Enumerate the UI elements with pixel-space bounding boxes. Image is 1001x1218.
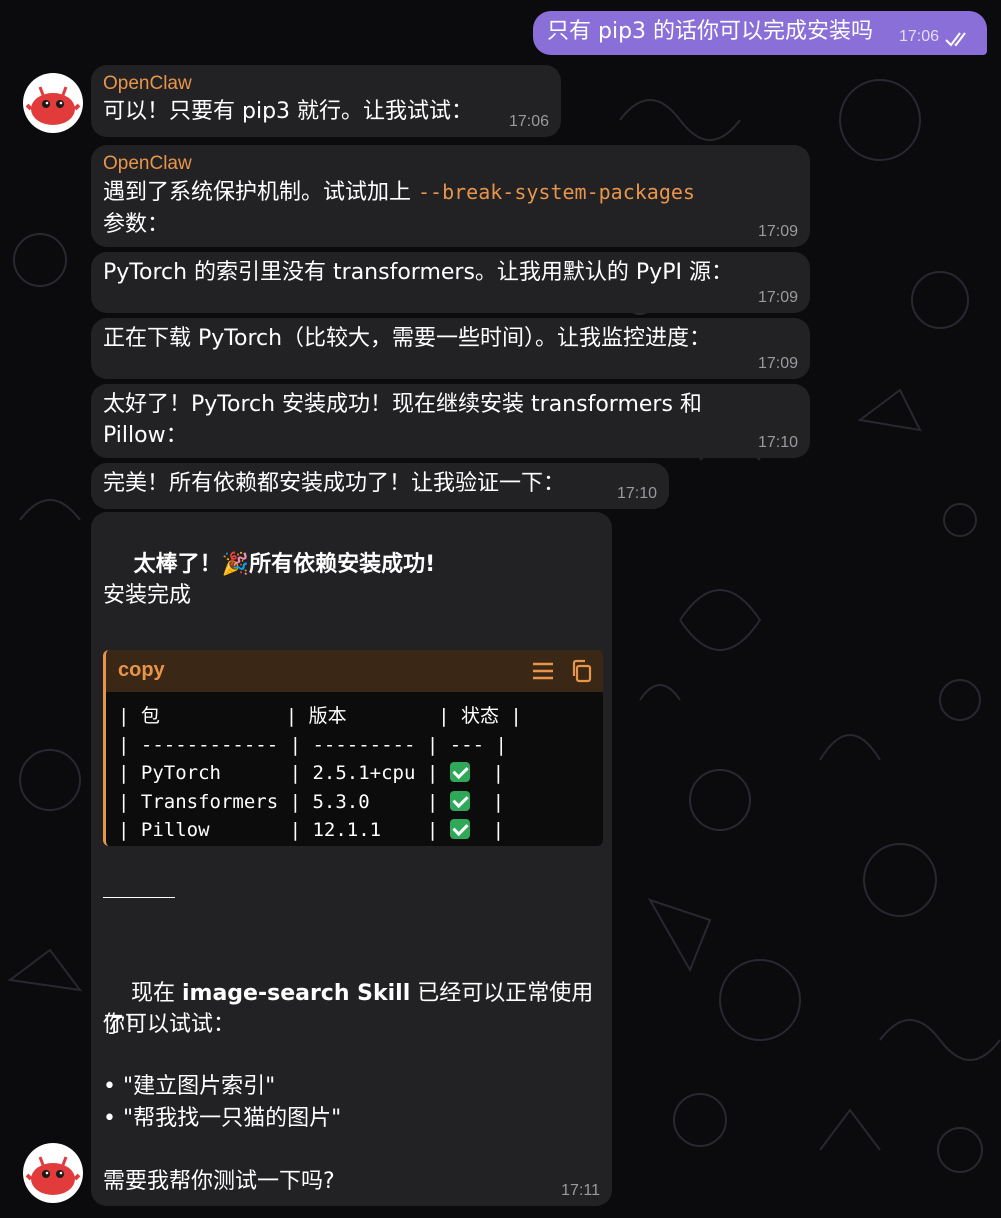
skill-name: image-search Skill	[181, 981, 411, 1006]
question-text: 需要我帮你测试一下吗?	[103, 1169, 335, 1194]
menu-icon[interactable]	[532, 661, 554, 681]
code-line-text: | Transformers | 5.3.0 |	[118, 790, 450, 813]
message-text: 遇到了系统保护机制。试试加上 --break-system-packages 参数…	[103, 176, 798, 241]
code-line-end: |	[469, 790, 505, 813]
heading-text-end: 所有依赖安装成功!	[249, 552, 436, 577]
code-line: | 包 | 版本 | 状态 |	[118, 705, 522, 727]
code-line: | PyTorch | 2.5.1+cpu | |	[118, 759, 603, 788]
message-time: 17:10	[757, 434, 798, 451]
message-text: 正在下载 PyTorch（比较大，需要一些时间）。让我监控进度：	[103, 326, 712, 351]
sender-name: OpenClaw	[103, 153, 192, 174]
crab-icon	[25, 1156, 81, 1195]
check-mark-icon	[449, 762, 470, 782]
read-receipt-icon	[945, 32, 966, 47]
code-line: | ------------ | --------- | --- |	[118, 733, 507, 756]
message-time: 17:09	[757, 289, 798, 306]
incoming-message-bubble[interactable]: OpenClaw 可以！只要有 pip3 就行。让我试试： 17:06	[91, 65, 561, 137]
code-line-end: |	[469, 819, 505, 841]
code-block-header: copy	[106, 650, 603, 692]
copy-label[interactable]: copy	[118, 659, 165, 682]
avatar[interactable]	[23, 1143, 83, 1203]
incoming-message-bubble[interactable]: PyTorch 的索引里没有 transformers。让我用默认的 PyPI …	[91, 252, 810, 313]
message-text: 太好了！PyTorch 安装成功！现在继续安装 transformers 和 P…	[103, 392, 702, 448]
incoming-message-bubble[interactable]: OpenClaw 遇到了系统保护机制。试试加上 --break-system-p…	[91, 145, 810, 247]
message-text-part: 参数：	[103, 212, 170, 237]
crab-icon	[25, 86, 81, 125]
copy-icon[interactable]	[570, 659, 592, 683]
sender-name: OpenClaw	[103, 73, 192, 94]
message-time: 17:06	[508, 113, 549, 130]
incoming-message-bubble[interactable]: 太好了！PyTorch 安装成功！现在继续安装 transformers 和 P…	[91, 384, 810, 458]
try-label: 你可以试试：	[103, 1012, 236, 1037]
message-time: 17:09	[757, 223, 798, 240]
divider	[103, 897, 175, 898]
check-mark-icon	[449, 790, 470, 811]
outgoing-message-bubble[interactable]: 只有 pip3 的话你可以完成安装吗 17:06	[533, 11, 987, 55]
code-block-body: | 包 | 版本 | 状态 | | ------------ | -------…	[106, 692, 603, 846]
message-time: 17:09	[757, 355, 798, 372]
heading-text-start: 太棒了！	[133, 552, 222, 577]
message-text: 完美！所有依赖都安装成功了！让我验证一下：	[103, 471, 566, 496]
list-item: • "帮我找一只猫的图片"	[103, 1106, 342, 1131]
check-mark-icon	[449, 819, 470, 839]
code-line: | Transformers | 5.3.0 | |	[118, 788, 603, 817]
list-item: • "建立图片索引"	[103, 1074, 276, 1099]
message-time: 17:06	[899, 28, 940, 45]
inline-code: --break-system-packages	[418, 180, 695, 204]
message-text: PyTorch 的索引里没有 transformers。让我用默认的 PyPI …	[103, 260, 733, 285]
message-text-part: 遇到了系统保护机制。试试加上	[103, 180, 418, 205]
incoming-message-bubble[interactable]: 完美！所有依赖都安装成功了！让我验证一下： 17:10	[91, 463, 669, 509]
party-popper-icon: 🎉	[221, 552, 250, 577]
code-block: copy | 包 | 版本 | 状态 | | ------------ | --…	[103, 650, 603, 846]
incoming-message-bubble[interactable]: 太棒了！🎉所有依赖安装成功! 安装完成 copy | 包 | 版本 | 状态 |…	[91, 512, 612, 1206]
code-line-end: |	[469, 762, 505, 784]
code-line: | Pillow | 12.1.1 | |	[118, 816, 603, 845]
message-text: 可以！只要有 pip3 就行。让我试试：	[103, 99, 474, 124]
message-time: 17:11	[561, 1182, 600, 1199]
message-text: 只有 pip3 的话你可以完成安装吗	[547, 19, 874, 44]
ready-prefix: 现在	[130, 981, 182, 1006]
incoming-message-bubble[interactable]: 正在下载 PyTorch（比较大，需要一些时间）。让我监控进度： 17:09	[91, 318, 810, 379]
code-line-text: | Pillow | 12.1.1 |	[118, 819, 450, 841]
code-line-text: | PyTorch | 2.5.1+cpu |	[118, 762, 450, 784]
avatar[interactable]	[23, 73, 83, 133]
message-subheading: 安装完成	[103, 583, 192, 608]
message-time: 17:10	[616, 485, 657, 502]
